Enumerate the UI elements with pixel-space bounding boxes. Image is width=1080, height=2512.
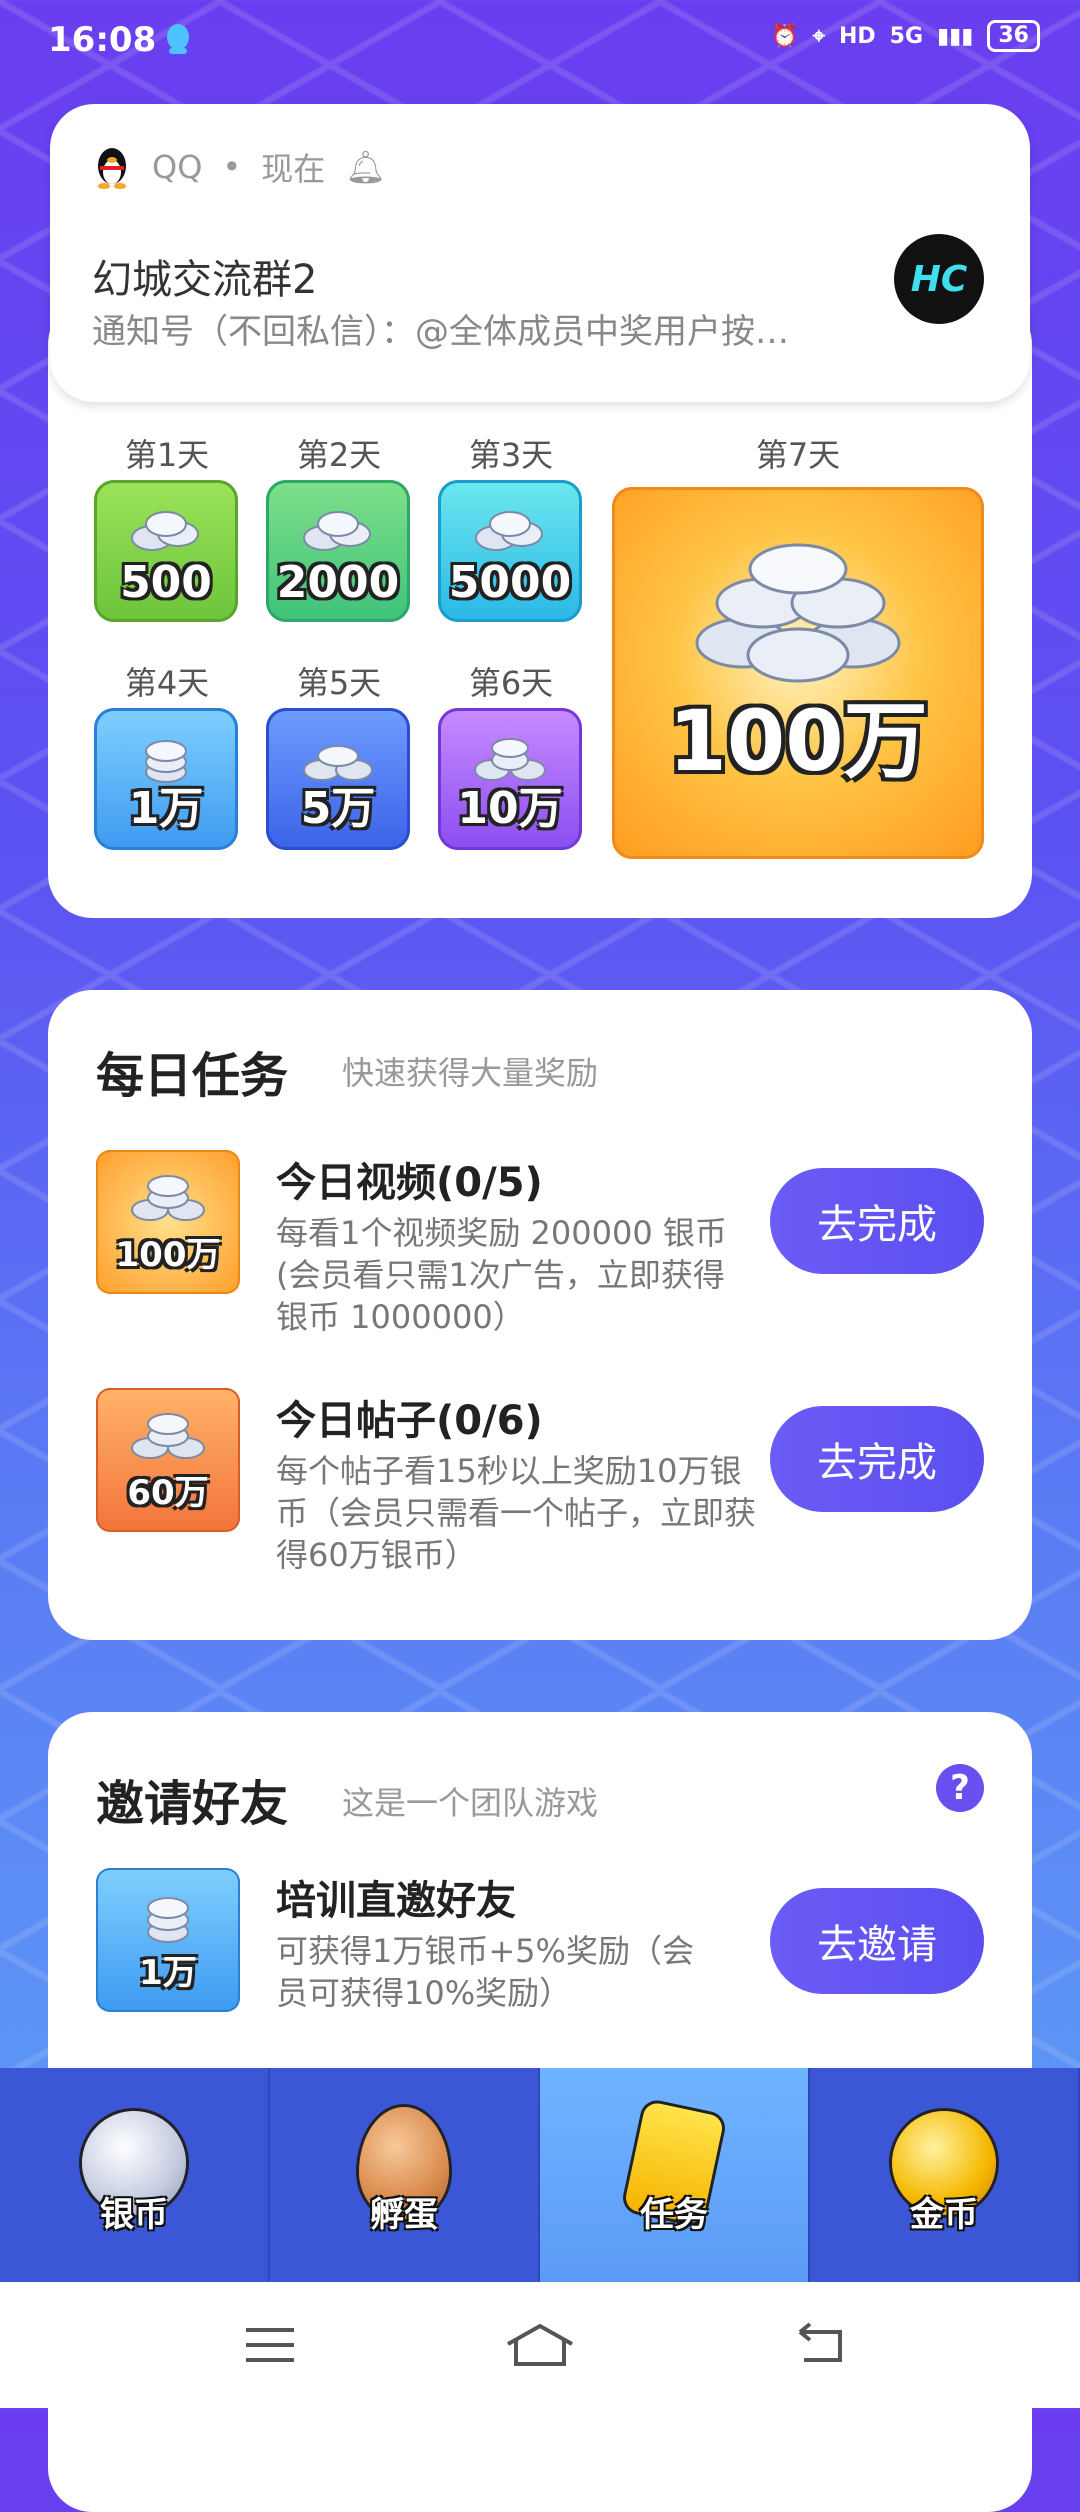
daily-tasks-card: 每日任务 快速获得大量奖励 100万 今日视频(0/5) 每看1个视频奖励 20… <box>48 990 1032 1640</box>
notification-app-name: QQ <box>152 148 203 186</box>
daily-tasks-subtitle: 快速获得大量奖励 <box>342 1054 599 1092</box>
task-reward-amount: 100万 <box>115 1235 221 1275</box>
post-task-icon: 60万 <box>96 1388 240 1532</box>
qq-status-icon <box>167 24 189 54</box>
bell-icon: 🔔︎ <box>345 148 386 186</box>
silver-coins-icon <box>131 1175 205 1221</box>
reward-amount: 500 <box>120 557 212 608</box>
notification-title: 幻城交流群2 <box>92 257 318 303</box>
silver-coins-icon <box>147 1897 189 1943</box>
video-task-icon: 100万 <box>96 1150 240 1294</box>
back-icon[interactable] <box>792 2322 852 2368</box>
silver-coins-icon <box>131 1413 205 1459</box>
day-label: 第5天 <box>296 664 382 702</box>
status-bar: 16:08 ⏰ ⌖ HD 5G ▮▮▮ 36 <box>0 0 1080 82</box>
tab-silver-coin[interactable]: 银币 <box>0 2068 270 2282</box>
reward-tile: 5万 <box>266 708 410 850</box>
signin-day-7[interactable]: 100万 <box>612 487 984 859</box>
day-label: 第6天 <box>468 664 554 702</box>
notification-body: 通知号（不回私信）：@全体成员中奖用户按… <box>92 312 789 352</box>
notification-header: QQ • 现在 🔔︎ <box>92 144 386 190</box>
invite-item-desc: 可获得1万银币+5%奖励（会员可获得10%奖励） <box>276 1932 694 2012</box>
reward-amount: 2000 <box>276 557 400 608</box>
reward-tile: 10万 <box>438 708 582 850</box>
reward-tile: 500 <box>94 480 238 622</box>
location-icon: ⌖ <box>812 23 825 49</box>
battery-indicator: 36 <box>987 20 1040 52</box>
post-task-title: 今日帖子(0/6) <box>276 1398 543 1444</box>
group-avatar: HC <box>894 234 984 324</box>
help-icon[interactable]: ? <box>936 1764 984 1812</box>
tab-label: 银币 <box>100 2195 168 2235</box>
qq-notification[interactable]: QQ • 现在 🔔︎ 幻城交流群2 通知号（不回私信）：@全体成员中奖用户按… … <box>50 104 1030 402</box>
silver-coins-pile-icon <box>695 543 901 683</box>
signin-day-5[interactable]: 第5天 5万 <box>266 658 412 850</box>
video-task-title: 今日视频(0/5) <box>276 1160 543 1206</box>
tab-hatch-egg[interactable]: 孵蛋 <box>270 2068 540 2282</box>
tab-label: 任务 <box>640 2195 708 2235</box>
reward-tile: 1万 <box>94 708 238 850</box>
video-task-complete-button[interactable]: 去完成 <box>770 1168 984 1274</box>
invite-reward-amount: 1万 <box>139 1953 197 1993</box>
tab-gold-coin[interactable]: 金币 <box>810 2068 1080 2282</box>
signin-day-7-label-wrap: 第7天 <box>612 430 984 480</box>
status-time: 16:08 <box>48 20 157 60</box>
network-5g-indicator: 5G <box>889 23 924 49</box>
tab-label: 金币 <box>910 2195 978 2235</box>
hd-indicator: HD <box>838 23 876 49</box>
menu-icon[interactable] <box>240 2322 300 2368</box>
task-reward-amount: 60万 <box>127 1473 209 1513</box>
day-label: 第2天 <box>296 436 382 474</box>
invite-reward-icon: 1万 <box>96 1868 240 2012</box>
system-navigation-bar <box>0 2282 1080 2408</box>
invite-button[interactable]: 去邀请 <box>770 1888 984 1994</box>
day-label: 第4天 <box>124 664 210 702</box>
video-task-desc: 每看1个视频奖励 200000 银币(会员看只需1次广告，立即获得银币 1000… <box>276 1214 727 1336</box>
reward-tile: 5000 <box>438 480 582 622</box>
tab-label: 孵蛋 <box>370 2195 438 2235</box>
silver-coins-icon <box>131 511 199 551</box>
alarm-icon: ⏰ <box>771 23 799 49</box>
silver-coins-icon <box>303 745 373 781</box>
signin-day-3[interactable]: 第3天 5000 <box>438 430 584 622</box>
bottom-tab-bar: 银币 孵蛋 任务 金币 <box>0 2068 1080 2282</box>
day-label: 第7天 <box>755 436 841 474</box>
signal-icon: ▮▮▮ <box>937 23 974 49</box>
silver-coins-icon <box>303 511 371 551</box>
post-task-complete-button[interactable]: 去完成 <box>770 1406 984 1512</box>
signin-day-1[interactable]: 第1天 500 <box>94 430 240 622</box>
post-task-desc: 每个帖子看15秒以上奖励10万银币（会员只需看一个帖子，立即获得60万银币） <box>276 1452 757 1574</box>
silver-coins-icon <box>475 511 543 551</box>
invite-title: 邀请好友 <box>96 1776 289 1832</box>
day-label: 第1天 <box>124 436 210 474</box>
status-indicators: ⏰ ⌖ HD 5G ▮▮▮ 36 <box>771 20 1040 52</box>
reward-tile: 2000 <box>266 480 410 622</box>
notification-time: 现在 <box>261 150 326 188</box>
signin-day-2[interactable]: 第2天 2000 <box>266 430 412 622</box>
silver-coins-icon <box>474 738 546 781</box>
signin-day-4[interactable]: 第4天 1万 <box>94 658 240 850</box>
invite-subtitle: 这是一个团队游戏 <box>342 1784 599 1822</box>
day-label: 第3天 <box>468 436 554 474</box>
signin-day-6[interactable]: 第6天 10万 <box>438 658 584 850</box>
invite-item-title: 培训直邀好友 <box>276 1878 516 1924</box>
qq-penguin-icon <box>98 148 126 189</box>
reward-amount: 100万 <box>668 692 928 790</box>
daily-tasks-title: 每日任务 <box>96 1048 289 1104</box>
silver-coins-icon <box>145 740 187 783</box>
reward-amount: 5000 <box>448 557 572 608</box>
home-icon[interactable] <box>504 2322 576 2368</box>
tab-tasks[interactable]: 任务 <box>540 2068 810 2282</box>
notification-separator: • <box>222 148 242 186</box>
